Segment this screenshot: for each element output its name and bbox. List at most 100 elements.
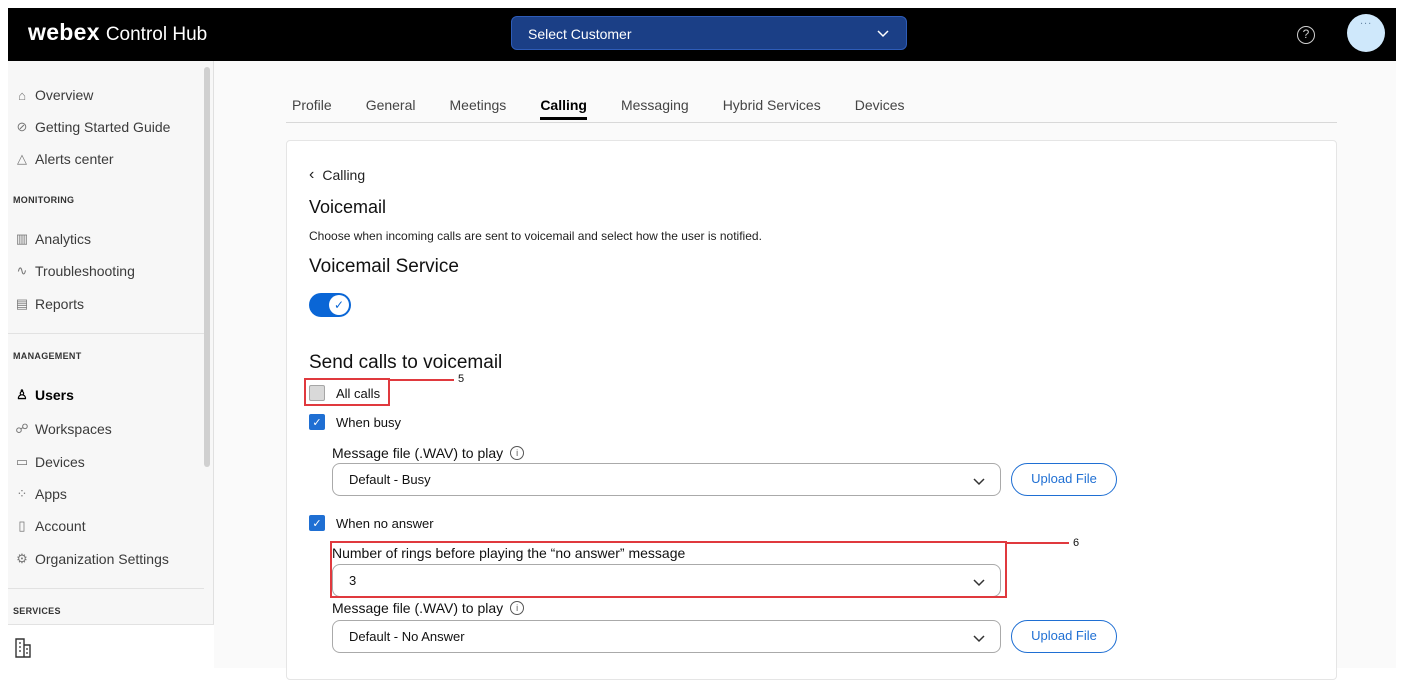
sidebar-divider	[8, 588, 204, 589]
no-answer-message-label: Message file (.WAV) to play i	[332, 600, 525, 616]
sidebar-item-workspaces[interactable]: ☍ Workspaces	[15, 417, 112, 441]
sidebar-item-label: Devices	[35, 454, 85, 470]
callout-box-6	[330, 541, 1007, 598]
when-no-answer-checkbox[interactable]: ✓	[309, 515, 325, 531]
callout-line-5	[390, 379, 454, 381]
apps-icon: ⁘	[16, 486, 28, 501]
sidebar-footer	[8, 624, 214, 668]
callout-line-6	[1007, 542, 1069, 544]
avatar[interactable]: ...	[1347, 14, 1385, 52]
tab-hybrid-services[interactable]: Hybrid Services	[723, 97, 821, 120]
tab-calling[interactable]: Calling	[540, 97, 587, 120]
send-calls-heading: Send calls to voicemail	[309, 352, 503, 373]
device-icon: ▭	[15, 454, 29, 469]
page-title: Voicemail	[309, 197, 387, 217]
section-heading-monitoring: MONITORING	[13, 195, 75, 205]
product-name: Control Hub	[105, 24, 208, 45]
voicemail-card: ‹ Calling Voicemail Choose when incoming…	[286, 140, 1337, 680]
account-icon: ▯	[18, 518, 26, 533]
when-busy-checkbox[interactable]: ✓	[309, 414, 325, 430]
sidebar-item-overview[interactable]: ⌂ Overview	[15, 83, 93, 107]
pulse-icon: ∿	[16, 263, 28, 278]
back-link[interactable]: ‹ Calling	[309, 166, 365, 184]
info-icon[interactable]: i	[510, 601, 525, 615]
no-answer-message-label-text: Message file (.WAV) to play	[332, 600, 504, 616]
sidebar-item-label: Account	[35, 518, 86, 534]
tab-meetings[interactable]: Meetings	[450, 97, 507, 120]
sidebar-item-troubleshooting[interactable]: ∿ Troubleshooting	[15, 259, 135, 283]
sidebar-item-label: Overview	[35, 87, 94, 103]
busy-message-value: Default - Busy	[349, 472, 431, 487]
tab-general[interactable]: General	[366, 97, 416, 120]
customer-select-label: Select Customer	[528, 26, 632, 42]
chevron-left-icon: ‹	[309, 166, 315, 183]
section-heading-management: MANAGEMENT	[13, 351, 82, 361]
sidebar-item-reports[interactable]: ▤ Reports	[15, 292, 84, 316]
sidebar-divider	[8, 333, 204, 334]
report-icon: ▤	[15, 296, 29, 311]
sidebar-item-devices[interactable]: ▭ Devices	[15, 450, 85, 474]
tab-profile[interactable]: Profile	[292, 97, 332, 120]
busy-message-label: Message file (.WAV) to play i	[332, 445, 525, 461]
sidebar-item-organization-settings[interactable]: ⚙ Organization Settings	[15, 547, 169, 571]
bell-icon: △	[17, 151, 27, 166]
sidebar: ⌂ Overview ⊘ Getting Started Guide △ Ale…	[8, 61, 214, 668]
callout-number-6: 6	[1073, 537, 1080, 549]
voicemail-service-toggle[interactable]: ✓	[309, 293, 351, 317]
sidebar-item-getting-started[interactable]: ⊘ Getting Started Guide	[15, 115, 171, 139]
when-busy-option[interactable]: ✓ When busy	[309, 414, 401, 430]
sidebar-item-label: Users	[35, 387, 74, 403]
sidebar-item-label: Workspaces	[35, 421, 112, 437]
help-circle-icon[interactable]: ?	[1297, 26, 1315, 44]
upload-file-button-no-answer[interactable]: Upload File	[1011, 620, 1117, 653]
busy-message-label-text: Message file (.WAV) to play	[332, 445, 504, 461]
when-no-answer-label: When no answer	[336, 515, 434, 531]
brand-name: webex	[28, 19, 100, 45]
callout-number-5: 5	[458, 373, 465, 385]
building-icon[interactable]	[14, 637, 32, 659]
avatar-text: ...	[1360, 15, 1373, 27]
busy-message-select[interactable]: Default - Busy	[332, 463, 1001, 496]
sidebar-item-alerts[interactable]: △ Alerts center	[15, 147, 114, 171]
user-icon: ♙	[16, 387, 28, 402]
sidebar-item-account[interactable]: ▯ Account	[15, 514, 86, 538]
upload-file-button-busy[interactable]: Upload File	[1011, 463, 1117, 496]
sidebar-item-label: Getting Started Guide	[35, 119, 171, 135]
sidebar-item-analytics[interactable]: ▥ Analytics	[15, 227, 91, 251]
tab-divider	[286, 122, 1337, 123]
check-circle-icon: ⊘	[16, 119, 28, 134]
gear-icon: ⚙	[16, 551, 28, 566]
chevron-down-icon	[973, 635, 985, 643]
sidebar-scrollbar[interactable]	[204, 67, 210, 467]
voicemail-service-heading: Voicemail Service	[309, 256, 459, 277]
sidebar-item-label: Alerts center	[35, 151, 114, 167]
sidebar-item-apps[interactable]: ⁘ Apps	[15, 482, 67, 506]
analytics-icon: ▥	[15, 231, 29, 246]
chevron-down-icon	[877, 30, 889, 38]
sidebar-item-label: Apps	[35, 486, 67, 502]
workspaces-icon: ☍	[15, 421, 29, 436]
tab-devices[interactable]: Devices	[855, 97, 905, 120]
chevron-down-icon	[973, 478, 985, 486]
sidebar-item-label: Reports	[35, 296, 85, 312]
no-answer-message-select[interactable]: Default - No Answer	[332, 620, 1001, 653]
when-busy-label: When busy	[336, 414, 402, 430]
sidebar-item-label: Organization Settings	[35, 551, 169, 567]
info-icon[interactable]: i	[510, 446, 525, 460]
no-answer-message-value: Default - No Answer	[349, 629, 465, 644]
callout-box-5	[304, 378, 390, 406]
tab-messaging[interactable]: Messaging	[621, 97, 689, 120]
top-bar: webex Control Hub Select Customer ? ...	[8, 8, 1396, 61]
sidebar-item-label: Troubleshooting	[35, 263, 135, 279]
check-icon: ✓	[329, 295, 349, 315]
sidebar-item-label: Analytics	[35, 231, 92, 247]
brand-logo[interactable]: webex Control Hub	[28, 19, 207, 46]
page-description: Choose when incoming calls are sent to v…	[309, 229, 762, 243]
section-heading-services: SERVICES	[13, 606, 61, 616]
home-icon: ⌂	[18, 87, 26, 103]
back-link-label: Calling	[322, 167, 366, 183]
sidebar-item-users[interactable]: ♙ Users	[15, 383, 74, 407]
when-no-answer-option[interactable]: ✓ When no answer	[309, 515, 434, 531]
user-tabs: Profile General Meetings Calling Messagi…	[292, 97, 939, 120]
customer-select[interactable]: Select Customer	[511, 16, 907, 50]
